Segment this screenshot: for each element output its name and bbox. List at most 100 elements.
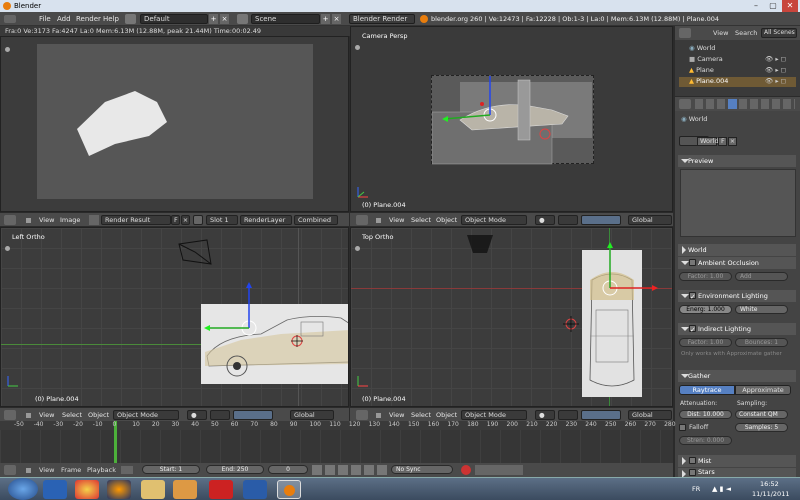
top-ortho-viewport[interactable]: Top Ortho (0) Plane.004 <box>350 227 673 407</box>
mode-selector[interactable]: Object Mode <box>113 410 179 420</box>
add-scene-button[interactable]: + <box>321 14 330 24</box>
indirect-bounces-field[interactable]: Bounces: 1 <box>735 338 788 347</box>
maximize-button[interactable]: ▢ <box>765 0 781 12</box>
viewport-corner-icon[interactable] <box>5 246 10 251</box>
fake-user-button[interactable]: F <box>718 137 727 146</box>
ao-factor-field[interactable]: Factor: 1.00 <box>679 272 732 281</box>
menu-object[interactable]: Object <box>88 408 109 421</box>
stars-checkbox[interactable] <box>689 469 696 476</box>
camera-viewport[interactable]: Camera Persp (0) Plane.004 <box>350 26 673 212</box>
collapse-icon[interactable] <box>376 413 381 418</box>
menu-playback[interactable]: Playback <box>87 463 116 477</box>
explorer-icon[interactable] <box>141 480 165 499</box>
render-engine-selector[interactable]: Blender Render <box>349 14 415 24</box>
close-button[interactable]: ✕ <box>782 0 798 12</box>
viewport-corner-icon[interactable] <box>5 47 10 52</box>
blender-taskbar-icon[interactable] <box>277 480 301 499</box>
menu-image[interactable]: Image <box>60 213 80 226</box>
pivot-selector[interactable] <box>558 215 578 225</box>
menu-help[interactable]: Help <box>103 12 119 26</box>
auto-keying-icon[interactable] <box>121 466 133 474</box>
word-icon[interactable] <box>243 480 267 499</box>
timeline-area[interactable] <box>0 430 673 463</box>
menu-select[interactable]: Select <box>62 408 82 421</box>
falloff-checkbox[interactable] <box>679 424 686 431</box>
image-name-field[interactable]: Render Result <box>101 215 171 225</box>
orientation-selector[interactable]: Global <box>628 215 672 225</box>
add-layout-button[interactable]: + <box>209 14 218 24</box>
record-icon[interactable] <box>461 465 471 475</box>
mode-selector[interactable]: Object Mode <box>461 215 527 225</box>
collapse-icon[interactable] <box>26 218 31 223</box>
menu-view[interactable]: View <box>39 213 54 226</box>
media-player-icon[interactable] <box>173 480 197 499</box>
remove-scene-button[interactable]: × <box>332 14 341 24</box>
falloff-toggle[interactable]: Falloff <box>679 423 708 431</box>
context-tabs[interactable] <box>695 99 795 109</box>
visibility-toggles[interactable]: 👁 ▸ ◻ <box>765 55 795 63</box>
manipulator-buttons[interactable] <box>581 215 621 225</box>
end-frame-field[interactable]: End: 250 <box>206 465 264 474</box>
shading-selector[interactable]: ● <box>187 410 207 420</box>
clock-time[interactable]: 16:52 <box>760 480 779 488</box>
indirect-lighting-header[interactable]: Indirect Lighting <box>678 323 796 336</box>
sync-mode-selector[interactable]: No Sync <box>391 465 453 474</box>
viewport-corner-icon[interactable] <box>355 45 360 50</box>
editor-type-icon[interactable] <box>356 215 368 225</box>
collapse-icon[interactable] <box>26 468 31 473</box>
outliner-item-camera[interactable]: ■ Camera <box>689 55 723 63</box>
editor-type-icon[interactable] <box>4 215 16 225</box>
manipulator-buttons[interactable] <box>581 410 621 420</box>
ie-icon[interactable] <box>43 480 67 499</box>
tray-icons[interactable]: ▲ ▮ ◄ <box>712 485 731 493</box>
left-ortho-viewport[interactable]: Left Ortho (0) Plane.004 <box>0 227 349 407</box>
menu-search[interactable]: Search <box>735 26 757 40</box>
render-layer-selector[interactable]: RenderLayer <box>240 215 292 225</box>
scene-selector[interactable]: Scene <box>251 14 320 24</box>
image-editor-viewport[interactable] <box>0 36 349 212</box>
visibility-toggles[interactable]: 👁 ▸ ◻ <box>765 77 795 85</box>
stars-panel-header[interactable]: Stars <box>678 468 796 478</box>
firefox-icon[interactable] <box>107 480 131 499</box>
menu-select[interactable]: Select <box>411 213 431 226</box>
visibility-toggles[interactable]: 👁 ▸ ◻ <box>765 66 795 74</box>
start-button[interactable] <box>8 478 38 500</box>
indirect-factor-field[interactable]: Factor: 1.00 <box>679 338 732 347</box>
env-energy-field[interactable]: Energ: 1.000 <box>679 305 732 314</box>
fake-user-button[interactable]: F <box>171 215 180 225</box>
strength-field[interactable]: Stren: 0.000 <box>679 436 732 445</box>
editor-type-icon[interactable] <box>679 99 691 109</box>
editor-type-icon[interactable] <box>679 28 691 38</box>
minimize-button[interactable]: – <box>748 0 764 12</box>
menu-view[interactable]: View <box>39 463 54 477</box>
shading-selector[interactable]: ● <box>535 215 555 225</box>
language-indicator[interactable]: FR <box>692 485 700 493</box>
orientation-selector[interactable]: Global <box>628 410 672 420</box>
world-panel-header[interactable]: World <box>678 244 796 256</box>
indirect-lighting-checkbox[interactable] <box>689 324 696 336</box>
image-browse-icon[interactable] <box>89 215 99 225</box>
opera-icon[interactable] <box>209 480 233 499</box>
editor-type-icon[interactable] <box>4 465 16 475</box>
menu-view[interactable]: View <box>713 26 728 40</box>
viewport-corner-icon[interactable] <box>355 246 360 251</box>
mist-panel-header[interactable]: Mist <box>678 455 796 467</box>
shading-selector[interactable]: ● <box>535 410 555 420</box>
gather-panel-header[interactable]: Gather <box>678 370 796 382</box>
unlink-world-button[interactable]: × <box>728 137 737 146</box>
env-color-selector[interactable]: White <box>735 305 788 314</box>
pin-icon[interactable] <box>193 215 203 225</box>
mist-checkbox[interactable] <box>689 457 696 464</box>
pivot-selector[interactable] <box>210 410 230 420</box>
slot-selector[interactable]: Slot 1 <box>206 215 238 225</box>
collapse-icon[interactable] <box>26 413 31 418</box>
env-lighting-checkbox[interactable] <box>689 291 696 303</box>
menu-select[interactable]: Select <box>411 408 431 421</box>
ao-mode-selector[interactable]: Add <box>735 272 788 281</box>
mode-selector[interactable]: Object Mode <box>461 410 527 420</box>
clock-date[interactable]: 11/11/2011 <box>752 490 789 498</box>
display-mode-selector[interactable]: All Scenes <box>761 28 797 38</box>
editor-type-icon[interactable] <box>356 410 368 420</box>
menu-view[interactable]: View <box>389 213 404 226</box>
orientation-selector[interactable]: Global <box>290 410 334 420</box>
